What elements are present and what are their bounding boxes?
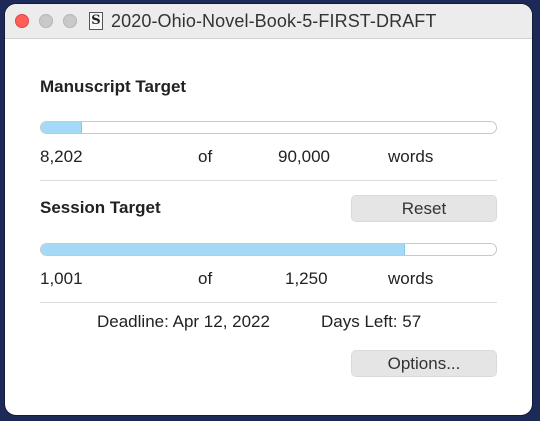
- project-targets-window: S 2020-Ohio-Novel-Book-5-FIRST-DRAFT Man…: [5, 4, 532, 415]
- section-divider: [40, 180, 497, 181]
- close-window-button[interactable]: [15, 14, 29, 28]
- manuscript-target-count: 90,000: [278, 147, 330, 166]
- manuscript-current-count: 8,202: [40, 147, 83, 166]
- manuscript-progress-fill: [41, 122, 83, 133]
- session-progress-bar: [40, 243, 497, 256]
- session-of-label: of: [198, 269, 213, 288]
- days-left-label: Days Left: 57: [321, 312, 422, 331]
- window-title: 2020-Ohio-Novel-Book-5-FIRST-DRAFT: [111, 11, 437, 31]
- section-divider: [40, 302, 497, 303]
- manuscript-of-label: of: [198, 147, 213, 166]
- session-progress-fill: [41, 244, 405, 255]
- session-target-count: 1,250: [285, 269, 328, 288]
- zoom-window-button[interactable]: [63, 14, 77, 28]
- session-target-heading: Session Target: [40, 198, 161, 217]
- document-icon: S: [89, 12, 103, 30]
- manuscript-unit-label: words: [388, 147, 434, 166]
- reset-button[interactable]: Reset: [351, 195, 497, 222]
- minimize-window-button[interactable]: [39, 14, 53, 28]
- manuscript-target-heading: Manuscript Target: [40, 77, 187, 96]
- deadline-label: Deadline: Apr 12, 2022: [97, 312, 270, 331]
- session-current-count: 1,001: [40, 269, 83, 288]
- title-bar[interactable]: S 2020-Ohio-Novel-Book-5-FIRST-DRAFT: [5, 4, 532, 39]
- options-button[interactable]: Options...: [351, 350, 497, 377]
- session-unit-label: words: [388, 269, 434, 288]
- manuscript-progress-bar: [40, 121, 497, 134]
